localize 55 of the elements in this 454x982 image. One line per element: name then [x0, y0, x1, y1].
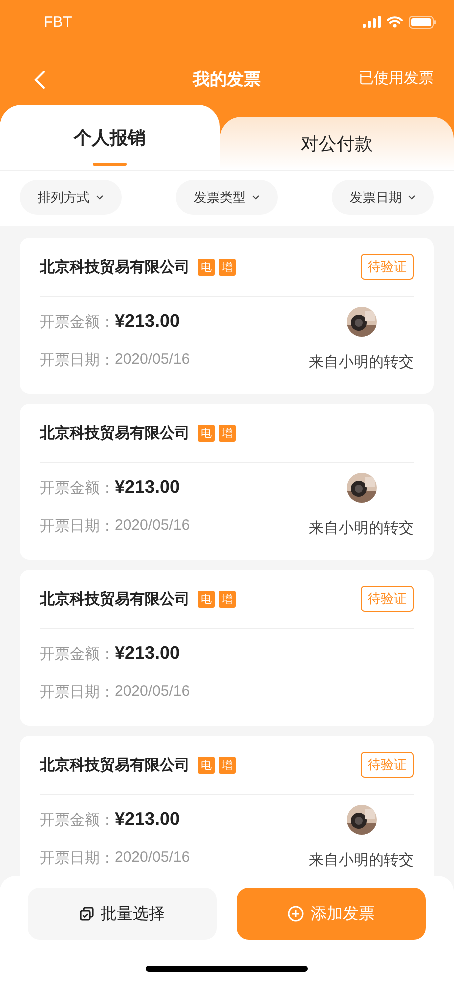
- field-label: 开票日期：: [40, 849, 115, 867]
- wifi-icon: [387, 16, 403, 28]
- transfer-note: 来自小明的转交: [309, 851, 414, 869]
- field-label: 开票日期：: [40, 351, 115, 369]
- back-icon[interactable]: [34, 70, 46, 90]
- caret-icon: [96, 195, 104, 200]
- field-label: 开票金额：: [40, 313, 115, 331]
- company-name: 北京科技贸易有限公司: [40, 590, 190, 608]
- field-label: 开票日期：: [40, 683, 115, 701]
- invoice-card[interactable]: 北京科技贸易有限公司 电 增 待验证 开票金额：¥213.00 开票日期：2020/05/16 来自小明的转交: [20, 736, 434, 876]
- signal-icon: [363, 16, 381, 28]
- amount-value: ¥213.00: [115, 477, 180, 499]
- date-value: 2020/05/16: [115, 517, 190, 535]
- invoice-card[interactable]: 北京科技贸易有限公司 电 增 待验证 开票金额：¥213.00 开票日期：2020/05/16: [20, 570, 434, 726]
- field-label: 开票日期：: [40, 517, 115, 535]
- amount-value: ¥213.00: [115, 643, 180, 665]
- checkbox-stack-icon: [80, 907, 94, 921]
- tab[interactable]: 对公付款: [220, 117, 454, 170]
- date-value: 2020/05/16: [115, 849, 190, 867]
- field-label: 开票金额：: [40, 479, 115, 497]
- add-icon: [288, 906, 304, 922]
- invoice-tag: 增: [219, 590, 236, 608]
- caret-icon: [252, 195, 260, 200]
- page-title: 我的发票: [193, 69, 261, 91]
- invoice-tag: 增: [219, 756, 236, 774]
- invoice-tag: 电: [198, 424, 215, 442]
- carrier-text: FBT: [44, 14, 72, 30]
- invoice-card[interactable]: 北京科技贸易有限公司 电 增 待验证 开票金额：¥213.00 开票日期：2020/05/16 来自小明的转交: [20, 238, 434, 394]
- field-label: 开票金额：: [40, 811, 115, 829]
- company-name: 北京科技贸易有限公司: [40, 258, 190, 276]
- battery-icon: [409, 16, 436, 28]
- invoice-tag: 电: [198, 258, 215, 276]
- amount-value: ¥213.00: [115, 809, 180, 831]
- invoice-tag: 电: [198, 756, 215, 774]
- date-value: 2020/05/16: [115, 683, 190, 701]
- tab[interactable]: 个人报销: [0, 105, 220, 170]
- transfer-note: 来自小明的转交: [309, 519, 414, 537]
- company-name: 北京科技贸易有限公司: [40, 756, 190, 774]
- invoice-card[interactable]: 北京科技贸易有限公司 电 增 开票金额：¥213.00 开票日期：2020/05/16 来自小明的转交: [20, 404, 434, 560]
- transfer-note: 来自小明的转交: [309, 353, 414, 371]
- status-badge: 待验证: [361, 254, 414, 280]
- status-badge: 待验证: [361, 752, 414, 778]
- invoice-tag: 电: [198, 590, 215, 608]
- filter-dropdown[interactable]: 排列方式: [20, 180, 122, 215]
- amount-value: ¥213.00: [115, 311, 180, 333]
- invoice-tag: 增: [219, 258, 236, 276]
- filter-dropdown[interactable]: 发票日期: [332, 180, 434, 215]
- invoice-tag: 增: [219, 424, 236, 442]
- company-name: 北京科技贸易有限公司: [40, 424, 190, 442]
- status-badge: 待验证: [361, 586, 414, 612]
- filter-dropdown[interactable]: 发票类型: [176, 180, 278, 215]
- field-label: 开票金额：: [40, 645, 115, 663]
- date-value: 2020/05/16: [115, 351, 190, 369]
- batch-select-button[interactable]: 批量选择: [28, 888, 217, 940]
- caret-icon: [408, 195, 416, 200]
